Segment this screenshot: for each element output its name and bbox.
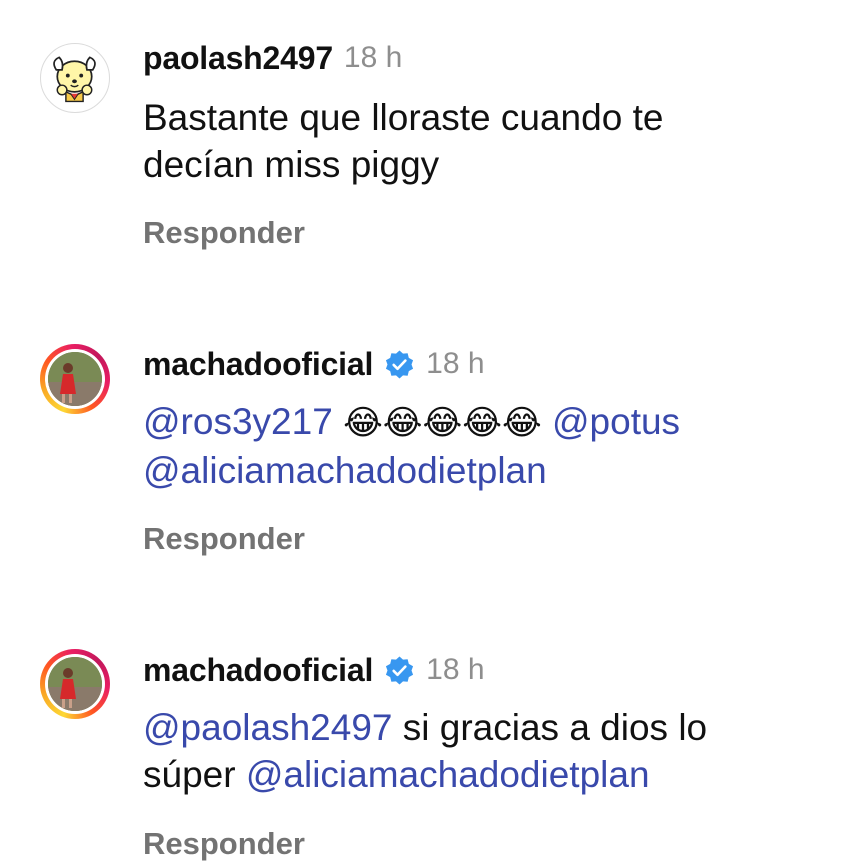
mention-link[interactable]: @ros3y217	[143, 401, 333, 442]
comment-text: Bastante que lloraste cuando te decían m…	[143, 94, 843, 188]
mention-link[interactable]: @aliciamachadodietplan	[143, 450, 547, 491]
avatar[interactable]	[40, 649, 110, 719]
reply-button[interactable]: Responder	[143, 215, 305, 251]
comment-header: paolash2497 18 h	[143, 38, 402, 78]
comment-text-fragment: si gracias a dios lo	[392, 707, 708, 748]
reply-button[interactable]: Responder	[143, 826, 305, 862]
mention-link[interactable]: @potus	[552, 401, 680, 442]
username[interactable]: paolash2497	[143, 40, 333, 77]
comment-time: 18 h	[426, 653, 485, 686]
verified-badge-icon	[386, 656, 414, 684]
cartoon-dog-avatar-icon	[53, 56, 96, 103]
avatar[interactable]	[40, 43, 110, 113]
comment-header: machadooficial 18 h	[143, 344, 485, 384]
mention-link[interactable]: @aliciamachadodietplan	[246, 754, 650, 795]
avatar-photo	[48, 352, 102, 406]
emoji-text: 😂😂😂😂😂	[343, 403, 542, 443]
comment-text-line: súper @aliciamachadodietplan	[143, 751, 843, 798]
comment-text-line: @aliciamachadodietplan	[143, 447, 843, 494]
comment-text-line: @ros3y217 😂😂😂😂😂 @potus	[143, 398, 843, 447]
avatar[interactable]	[40, 344, 110, 414]
comment-text-fragment: súper	[143, 754, 246, 795]
username[interactable]: machadooficial	[143, 346, 373, 383]
comment-time: 18 h	[343, 41, 403, 74]
verified-badge-icon	[386, 350, 414, 378]
comment-time: 18 h	[426, 347, 485, 380]
person-photo-icon	[48, 352, 102, 406]
avatar-photo	[48, 657, 102, 711]
person-photo-icon	[48, 657, 102, 711]
comment-text-line: @paolash2497 si gracias a dios lo	[143, 704, 843, 751]
comment-text: @paolash2497 si gracias a dios lo súper …	[143, 704, 843, 798]
comment-text: @ros3y217 😂😂😂😂😂 @potus @aliciamachadodie…	[143, 398, 843, 494]
mention-link[interactable]: @paolash2497	[143, 707, 392, 748]
username[interactable]: machadooficial	[143, 652, 373, 689]
reply-button[interactable]: Responder	[143, 521, 305, 557]
comment-text-line: decían miss piggy	[143, 144, 440, 185]
comment-header: machadooficial 18 h	[143, 650, 485, 690]
comment-text-line: Bastante que lloraste cuando te	[143, 97, 664, 138]
